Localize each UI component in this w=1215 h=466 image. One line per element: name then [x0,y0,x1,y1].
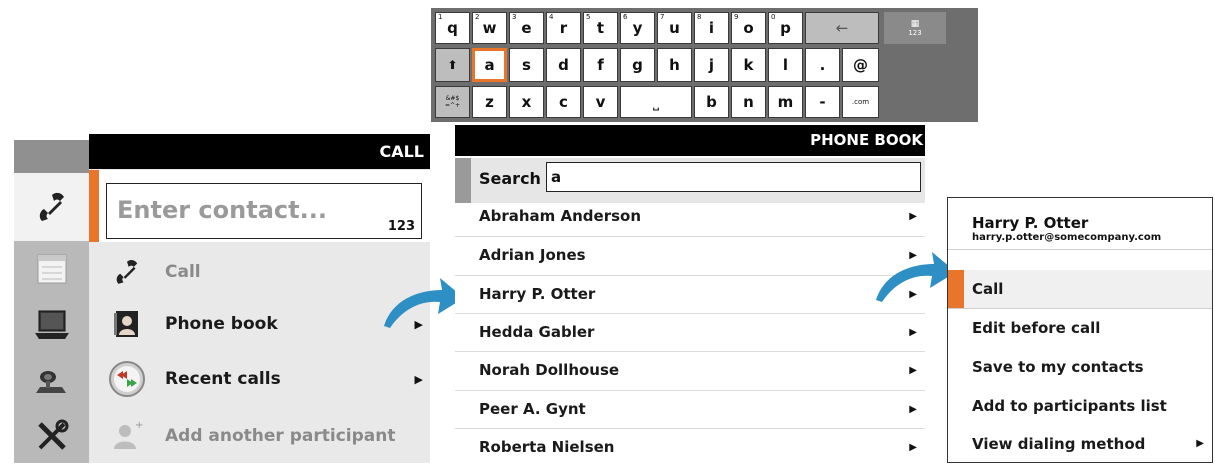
action-add-to-participants[interactable]: Add to participants list [948,387,1212,425]
camera-icon [35,370,66,393]
selection-indicator [89,170,99,242]
call-panel-title: CALL [89,134,430,169]
key-x[interactable]: x [509,86,544,118]
chevron-right-icon: ▶ [1196,438,1204,449]
sidebar-header [14,140,89,173]
menu-item-recent-calls[interactable]: Recent calls ▶ [103,353,429,405]
key-v[interactable]: v [583,86,618,118]
sidebar-item-computer[interactable] [14,296,89,354]
menu-item-label: Add another participant [165,426,396,446]
key-w[interactable]: 2w [472,12,507,44]
contact-list-item[interactable]: Hedda Gabler ▶ [455,313,925,351]
key-l[interactable]: l [768,48,803,82]
key-n[interactable]: n [731,86,766,118]
sidebar-item-tools[interactable] [14,409,89,463]
action-save-to-contacts[interactable]: Save to my contacts [948,348,1212,386]
search-label: Search [479,169,541,188]
phone-book-panel: PHONE BOOK Search a Abraham Anderson ▶ Ad… [455,125,925,463]
phone-book-icon [103,302,151,346]
sidebar-item-call[interactable] [14,173,89,241]
key-b[interactable]: b [694,86,729,118]
action-edit-before-call[interactable]: Edit before call [948,309,1212,347]
key-o[interactable]: 9o [731,12,766,44]
contact-list-item[interactable]: Adrian Jones ▶ [455,236,925,274]
key-p[interactable]: 0p [768,12,803,44]
numeric-mode-label: 123 [387,219,415,234]
backspace-icon: ← [835,19,849,37]
phone-handset-icon [103,250,151,294]
key-j[interactable]: j [694,48,729,82]
key-s[interactable]: s [509,48,544,82]
phone-handset-icon [39,192,64,221]
add-participant-icon: + [103,414,151,458]
key-q[interactable]: 1q [435,12,470,44]
key-a[interactable]: a [472,48,507,82]
key-c[interactable]: c [546,86,581,118]
key-y[interactable]: 6y [620,12,655,44]
search-row: Search a [455,158,925,203]
contact-list-item[interactable]: Roberta Nielsen ▶ [455,428,925,466]
tools-icon [37,419,68,450]
space-icon: ⎵ [652,93,659,111]
search-row-indicator [455,158,471,203]
key-i[interactable]: 8i [694,12,729,44]
key-at[interactable]: @ [842,48,879,82]
key-k[interactable]: k [731,48,766,82]
search-input[interactable]: a [546,162,921,192]
key-dotcom[interactable]: .com [842,86,879,118]
laptop-icon [34,310,69,339]
contact-list-item[interactable]: Harry P. Otter ▶ [455,275,925,313]
symbols-key[interactable]: &#$ =^+ [435,86,470,118]
grid-icon: ▦ [910,18,920,29]
chevron-right-icon: ▶ [909,211,917,222]
key-d[interactable]: d [546,48,581,82]
recent-calls-icon [103,357,151,401]
shift-icon: ⬆ [447,58,458,72]
on-screen-keyboard: 1q 2w 3e 4r 5t 6y 7u 8i 9o 0p ← ▦ 123 ⬆ … [431,8,978,122]
key-u[interactable]: 7u [657,12,692,44]
chevron-right-icon: ▶ [414,372,423,386]
divider [948,249,1212,250]
action-view-dialing-method[interactable]: View dialing method ▶ [948,425,1212,463]
menu-item-add-participant[interactable]: + Add another participant [103,410,429,462]
sidebar-item-calendar[interactable] [14,241,89,296]
sidebar [14,140,89,463]
key-period[interactable]: . [805,48,840,82]
contact-placeholder: Enter contact... [117,196,327,224]
contact-list-item[interactable]: Abraham Anderson ▶ [455,198,925,236]
sidebar-item-camera[interactable] [14,354,89,409]
key-t[interactable]: 5t [583,12,618,44]
contact-list-item[interactable]: Peer A. Gynt ▶ [455,390,925,428]
menu-item-label: Phone book [165,314,278,334]
contact-input[interactable]: Enter contact... 123 [106,183,422,239]
chevron-right-icon: ▶ [909,442,917,453]
key-e[interactable]: 3e [509,12,544,44]
contact-detail-panel: Harry P. Otter harry.p.otter@somecompany… [947,197,1213,463]
menu-item-label: Recent calls [165,369,281,389]
backspace-key[interactable]: ← [805,12,879,44]
key-h[interactable]: h [657,48,692,82]
shift-key[interactable]: ⬆ [435,48,470,82]
key-r[interactable]: 4r [546,12,581,44]
chevron-right-icon: ▶ [909,327,917,338]
space-key[interactable]: ⎵ [620,86,692,118]
key-g[interactable]: g [620,48,655,82]
chevron-right-icon: ▶ [909,404,917,415]
svg-text:+: + [135,420,143,431]
phone-book-title: PHONE BOOK [455,125,925,156]
action-call[interactable]: Call [948,270,1212,308]
key-f[interactable]: f [583,48,618,82]
key-m[interactable]: m [768,86,803,118]
contact-list-item[interactable]: Norah Dollhouse ▶ [455,351,925,389]
key-z[interactable]: z [472,86,507,118]
contact-email: harry.p.otter@somecompany.com [972,232,1162,243]
contact-name: Harry P. Otter [972,214,1089,232]
numpad-toggle-button[interactable]: ▦ 123 [884,12,946,44]
chevron-right-icon: ▶ [909,365,917,376]
key-dash[interactable]: - [805,86,840,118]
menu-item-label: Call [165,262,201,282]
calendar-icon [37,254,66,283]
